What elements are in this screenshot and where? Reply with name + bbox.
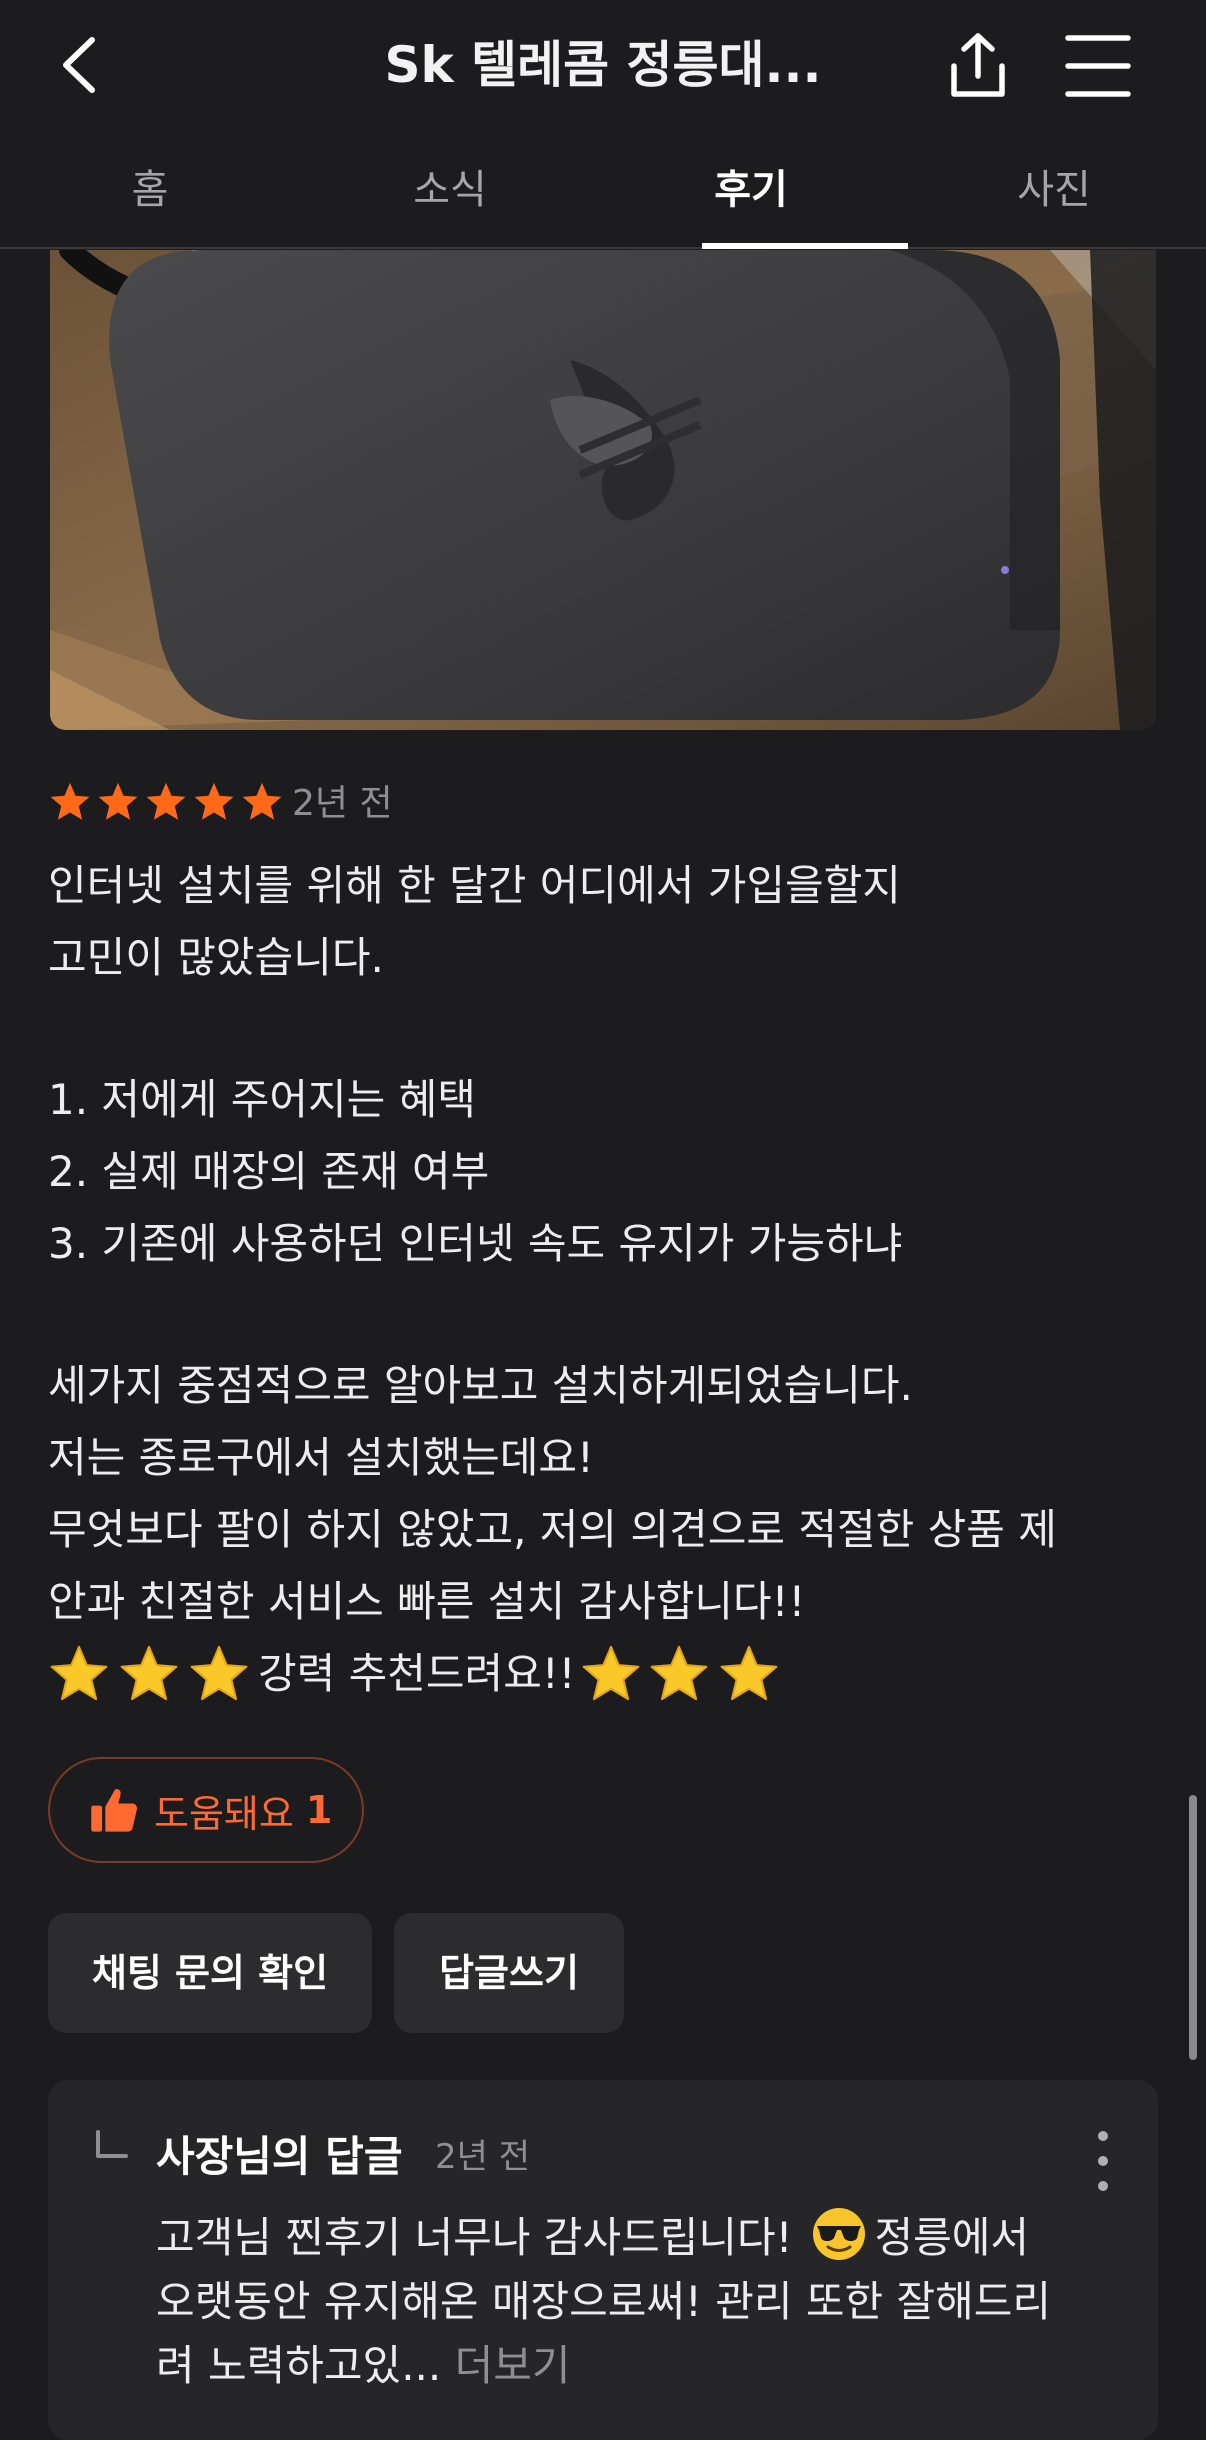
review-text: 인터넷 설치를 위해 한 달간 어디에서 가입을할지 고민이 많았습니다. 1.… <box>48 850 1158 1710</box>
star-icon <box>194 782 234 820</box>
chevron-left-icon <box>63 37 95 93</box>
reply-text: 고객님 찐후기 너무나 감사드립니다! 정릉에서 오랫동안 유지해온 매장으로써… <box>156 2206 1136 2398</box>
reply-text-line: 려 노력하고있... <box>156 2341 442 2390</box>
thumbs-up-icon <box>91 1789 138 1832</box>
star-emoji-icon <box>190 1645 248 1701</box>
scrollbar[interactable] <box>1189 1795 1197 2060</box>
tab-reviews[interactable]: 후기 <box>601 135 908 249</box>
helpful-button[interactable]: 도움돼요 1 <box>48 1757 364 1863</box>
review-photo[interactable] <box>50 250 1156 730</box>
reply-arrow-icon <box>96 2130 128 2158</box>
menu-button[interactable] <box>1062 30 1134 102</box>
recommend-text: 강력 추천드려요!! <box>258 1649 576 1698</box>
star-emoji-icon <box>582 1645 639 1701</box>
reply-text-line: 오랫동안 유지해온 매장으로써! 관리 또한 잘해드리 <box>156 2277 1052 2326</box>
review-line: 세가지 중점적으로 알아보고 설치하게되었습니다. <box>48 1361 913 1410</box>
review-line: 안과 친절한 서비스 빠른 설치 감사합니다!! <box>48 1577 806 1626</box>
review-line: 저는 종로구에서 설치했는데요! <box>48 1433 594 1482</box>
review-line: 무엇보다 팔이 하지 않았고, 저의 의견으로 적절한 상품 제 <box>48 1505 1057 1554</box>
tab-photos[interactable]: 사진 <box>904 135 1204 247</box>
star-emoji-icon <box>50 1645 108 1701</box>
owner-reply-card: 사장님의 답글 2년 전 고객님 찐후기 너무나 감사드립니다! 정릉에서 오랫… <box>48 2080 1158 2440</box>
review-line: 3. 기존에 사용하던 인터넷 속도 유지가 가능하냐 <box>48 1219 903 1268</box>
rating-stars <box>48 780 284 830</box>
star-icon <box>146 782 186 820</box>
review-line: 고민이 많았습니다. <box>48 933 384 982</box>
router-photo-image <box>50 250 1156 730</box>
hamburger-menu-icon <box>1065 35 1131 97</box>
star-emoji-icon <box>720 1645 777 1701</box>
star-icon <box>98 782 138 820</box>
reply-text-line: 고객님 찐후기 너무나 감사드립니다! <box>156 2213 793 2262</box>
tab-bar: 홈 소식 후기 사진 <box>0 135 1206 249</box>
share-button[interactable] <box>940 28 1016 104</box>
top-bar: Sk 텔레콤 정릉대... <box>0 0 1206 135</box>
sunglasses-emoji-icon <box>812 2208 865 2260</box>
see-more-link[interactable]: 더보기 <box>455 2341 571 2390</box>
review-line: 1. 저에게 주어지는 혜택 <box>48 1075 476 1124</box>
helpful-count: 1 <box>305 1788 333 1832</box>
star-emoji-icon <box>120 1645 178 1701</box>
reply-author: 사장님의 답글 <box>156 2132 403 2181</box>
write-reply-button[interactable]: 답글쓰기 <box>394 1913 624 2033</box>
back-button[interactable] <box>50 30 110 100</box>
chat-inquiry-button[interactable]: 채팅 문의 확인 <box>48 1913 372 2033</box>
more-options-icon[interactable] <box>1088 2128 1118 2194</box>
review-line: 인터넷 설치를 위해 한 달간 어디에서 가입을할지 <box>48 861 901 910</box>
share-icon <box>951 33 1005 97</box>
reply-text-line: 정릉에서 <box>874 2213 1030 2262</box>
star-icon <box>50 782 90 820</box>
star-icon <box>242 782 282 820</box>
tab-news[interactable]: 소식 <box>300 135 600 247</box>
review-line-with-emoji: 강력 추천드려요!! <box>48 1638 1158 1710</box>
review-time: 2년 전 <box>292 783 393 824</box>
review-line: 2. 실제 매장의 존재 여부 <box>48 1147 490 1196</box>
reply-time: 2년 전 <box>435 2137 530 2177</box>
star-emoji-icon <box>650 1645 707 1701</box>
tab-home[interactable]: 홈 <box>0 135 300 247</box>
helpful-label: 도움돼요 <box>154 1791 294 1836</box>
page-title: Sk 텔레콤 정릉대... <box>384 36 822 94</box>
